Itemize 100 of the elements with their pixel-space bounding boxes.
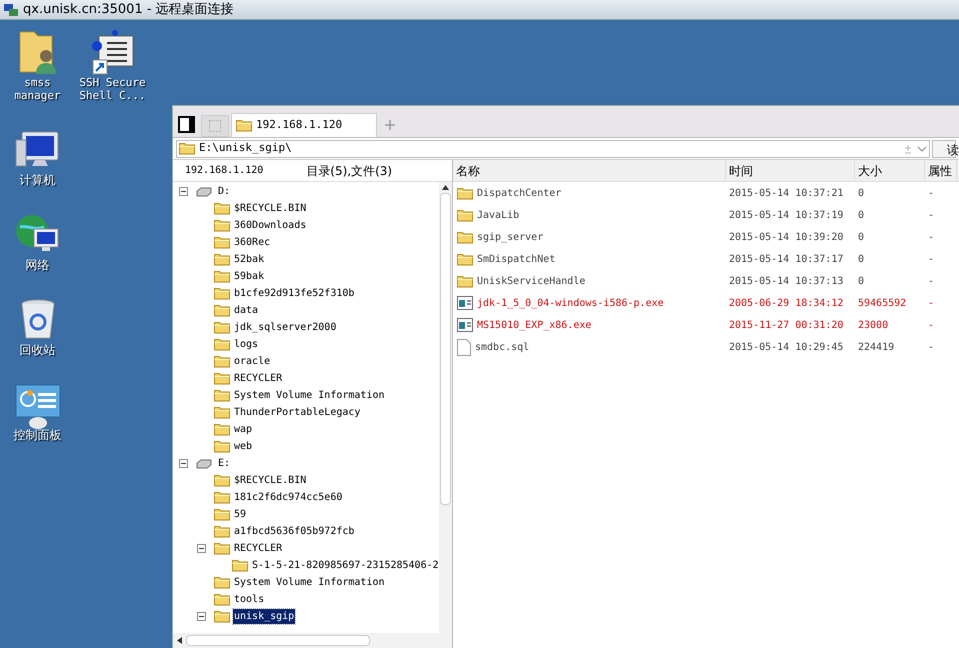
tree-item[interactable]: RECYCLER (233, 371, 284, 386)
column-header[interactable]: 时间 (726, 160, 855, 181)
vertical-scrollbar[interactable] (439, 182, 452, 633)
window-title: qx.unisk.cn:35001 - 远程桌面连接 (23, 0, 234, 19)
read-button[interactable]: 读 (932, 140, 956, 158)
folder-icon (214, 406, 230, 419)
file-size: 0 (857, 208, 866, 222)
tree-item[interactable]: RECYCLER (233, 541, 284, 556)
column-header[interactable]: 名称 (453, 160, 726, 181)
folder-icon (214, 593, 230, 606)
document-icon (457, 338, 471, 356)
file-row[interactable]: JavaLib 2015-05-14 10:37:19 0 - (453, 204, 959, 226)
dropdown-caret-icon[interactable] (917, 144, 927, 154)
folder-icon (214, 219, 230, 232)
tree-item[interactable]: 360Downloads (233, 218, 308, 233)
file-attribute: - (927, 340, 936, 354)
tree-item[interactable]: ThunderPortableLegacy (233, 405, 362, 420)
tree-item[interactable]: b1cfe92d913fe52f310b (233, 286, 356, 301)
file-name: smdbc.sql (475, 340, 530, 354)
modified-time: 2015-05-14 10:29:45 (728, 340, 844, 354)
folder-icon (214, 389, 230, 402)
column-header[interactable]: 大小 (855, 160, 925, 181)
path-field[interactable]: E:\unisk_sgip\ (176, 140, 930, 158)
folder-icon (214, 338, 230, 351)
folder-icon (236, 119, 252, 132)
file-row[interactable]: MS15010_EXP_x86.exe 2015-11-27 00:31:20 23000 - (453, 314, 959, 336)
scroll-up-icon[interactable] (442, 185, 449, 190)
collapse-toggle-icon[interactable] (179, 459, 188, 468)
tree-item[interactable]: oracle (233, 354, 272, 369)
folder-icon (214, 491, 230, 504)
folder-icon (179, 142, 195, 155)
collapse-toggle-icon[interactable] (179, 187, 188, 196)
folder-icon (214, 423, 230, 436)
tree-item[interactable]: logs (233, 337, 260, 352)
drive-icon (196, 186, 212, 196)
folder-icon (214, 372, 230, 385)
modified-time: 2015-05-14 10:37:21 (728, 186, 844, 200)
modified-time: 2015-05-14 10:39:20 (728, 230, 844, 244)
file-name: jdk-1_5_0_04-windows-i586-p.exe (477, 296, 664, 310)
tree-item[interactable]: data (233, 303, 260, 318)
file-size: 0 (857, 274, 866, 288)
modified-time: 2015-05-14 10:37:19 (728, 208, 844, 222)
tree-item[interactable]: 181c2f6dc974cc5e60 (233, 490, 344, 505)
tree-item[interactable]: 52bak (233, 252, 266, 267)
file-attribute: - (927, 186, 936, 200)
tree-item[interactable]: jdk_sqlserver2000 (233, 320, 338, 335)
tree-item[interactable]: 59 (233, 507, 248, 522)
collapse-toggle-icon[interactable] (197, 612, 206, 621)
scroll-left-icon[interactable] (177, 637, 182, 644)
modified-time: 2015-11-27 00:31:20 (728, 318, 844, 332)
file-name: UniskServiceHandle (477, 274, 586, 288)
file-row[interactable]: UniskServiceHandle 2015-05-14 10:37:13 0 - (453, 270, 959, 292)
tree-item[interactable]: $RECYCLE.BIN (233, 201, 308, 216)
file-row[interactable]: DispatchCenter 2015-05-14 10:37:21 0 - (453, 182, 959, 204)
drive-icon (196, 458, 212, 468)
folder-icon (214, 474, 230, 487)
folder-icon (214, 508, 230, 521)
tree-item[interactable]: web (233, 439, 254, 454)
folder-icon (214, 304, 230, 317)
tree-item[interactable]: S-1-5-21-820985697-2315285406-2 (251, 558, 439, 573)
modified-time: 2015-05-14 10:37:13 (728, 274, 844, 288)
column-header[interactable]: 属性 (925, 160, 957, 181)
tab[interactable]: 192.168.1.120 (231, 113, 377, 137)
tree-item[interactable]: wap (233, 422, 254, 437)
file-size: 224419 (857, 340, 896, 354)
collapse-toggle-icon[interactable] (197, 544, 206, 553)
file-size: 59465592 (857, 296, 908, 310)
folder-icon (214, 440, 230, 453)
tree-item[interactable]: D: (217, 184, 232, 199)
file-name: JavaLib (477, 208, 520, 222)
program-icon (457, 296, 473, 310)
desktop-icon-label: 网络 (26, 259, 50, 272)
tree-item[interactable]: tools (233, 592, 266, 607)
file-name: DispatchCenter (477, 186, 562, 200)
tree-item[interactable]: 360Rec (233, 235, 272, 250)
desktop-icon-label: 控制面板 (14, 429, 62, 442)
tree-item[interactable]: System Volume Information (233, 388, 386, 403)
desktop-icon-label: 计算机 (20, 174, 56, 187)
tree-item[interactable]: unisk_sgip (233, 609, 296, 624)
file-row[interactable]: jdk-1_5_0_04-windows-i586-p.exe 2005-06-29 18:34:12 59465592 - (453, 292, 959, 314)
file-attribute: - (927, 252, 936, 266)
tree-item[interactable]: $RECYCLE.BIN (233, 473, 308, 488)
tree-item[interactable]: a1fbcd5636f05b972fcb (233, 524, 356, 539)
horizontal-scrollbar[interactable] (173, 633, 452, 648)
file-row[interactable]: sgip_server 2015-05-14 10:39:20 0 - (453, 226, 959, 248)
desktop-icon-label: smss manager (14, 76, 61, 102)
file-attribute: - (927, 318, 936, 332)
file-name: SmDispatchNet (477, 252, 556, 266)
folder-icon (457, 252, 473, 266)
file-row[interactable]: smdbc.sql 2015-05-14 10:29:45 224419 - (453, 336, 959, 358)
folder-icon (232, 559, 248, 572)
tree-item[interactable]: 59bak (233, 269, 266, 284)
panel-toggle-icon[interactable] (178, 116, 195, 133)
file-size: 0 (857, 230, 866, 244)
file-row[interactable]: SmDispatchNet 2015-05-14 10:37:17 0 - (453, 248, 959, 270)
tree-item[interactable]: E: (217, 456, 232, 471)
tree-item[interactable]: System Volume Information (233, 575, 386, 590)
file-name: sgip_server (477, 230, 544, 244)
folder-icon (214, 610, 230, 623)
file-size: 0 (857, 186, 866, 200)
